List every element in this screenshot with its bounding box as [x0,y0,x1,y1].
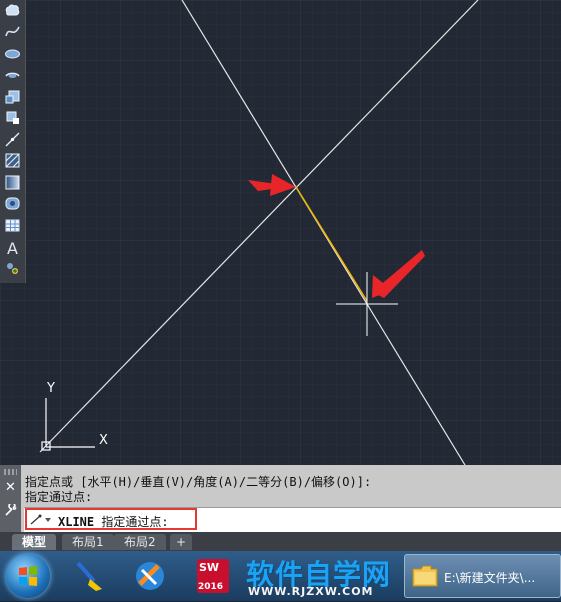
close-icon: ✕ [5,480,16,495]
multiline-text-icon: A [7,239,18,258]
tab-model[interactable]: 模型 [12,534,57,550]
solidworks-icon: SW 2016 [197,559,229,593]
solidworks-badge: 2016 [198,582,224,592]
table-icon [4,217,21,238]
ucs-x-label: X [99,433,108,448]
taskbar-app-inventor[interactable] [130,555,170,597]
taskbar-app-broom[interactable] [70,555,108,597]
make-block-tool-button[interactable] [2,110,23,130]
multiline-text-tool-button[interactable]: A [2,239,23,259]
spline-tool-button[interactable] [2,24,23,44]
command-recent-icon[interactable] [30,514,54,526]
wrench-icon [5,504,17,516]
history-line-1: 指定点或 [水平(H)/垂直(V)/角度(A)/二等分(B)/偏移(O)]: [25,475,372,489]
ellipse-tool-button[interactable] [2,45,23,65]
broom-icon [76,561,102,591]
command-prompt-text: 指定通过点: [101,515,169,529]
ucs-y-label: Y [46,381,55,396]
gradient-tool-button[interactable] [2,174,23,194]
region-tool-button[interactable] [2,196,23,216]
grid-background: Y X [0,0,561,465]
hatch-tool-button[interactable] [2,153,23,173]
windows-logo-icon [19,566,37,586]
gradient-icon [4,174,21,195]
close-command-line-button[interactable]: ✕ [3,480,18,495]
revision-cloud-tool-button[interactable] [2,2,23,22]
hatch-icon [4,152,21,173]
drawing-canvas[interactable]: Y X [0,0,561,465]
folder-icon [412,565,438,587]
add-selected-icon [4,260,21,281]
ellipse-arc-icon [4,66,21,87]
command-prompt: XLINE 指定通过点: [58,513,169,530]
watermark-url: WWW.RJZXW.COM [248,585,374,598]
add-selected-tool-button[interactable] [2,260,23,280]
region-icon [4,195,21,216]
insert-block-icon [4,88,21,109]
point-tool-button[interactable] [2,131,23,151]
grip-handle[interactable] [4,469,17,475]
ellipse-icon [4,45,21,66]
ellipse-arc-tool-button[interactable] [2,67,23,87]
explorer-window-label: E:\新建文件夹\... [444,571,536,585]
tab-layout1[interactable]: 布局1 [62,534,114,550]
command-history: 指定点或 [水平(H)/垂直(V)/角度(A)/二等分(B)/偏移(O)]: 指… [25,475,371,505]
tab-layout2[interactable]: 布局2 [114,534,166,550]
spline-icon [4,23,21,44]
command-name: XLINE [58,515,95,529]
inventor-icon [136,562,164,590]
table-tool-button[interactable] [2,217,23,237]
layout-tabs: 模型 布局1 布局2 + [0,532,561,551]
history-line-2: 指定通过点: [25,490,93,504]
start-button[interactable] [6,554,50,598]
make-block-icon [4,109,21,130]
revision-cloud-icon [4,2,21,23]
draw-toolbar: A [0,0,26,283]
taskbar-app-solidworks[interactable]: SW 2016 [194,555,232,597]
point-icon [4,131,21,152]
customize-button[interactable] [3,503,18,518]
insert-block-tool-button[interactable] [2,88,23,108]
add-layout-button[interactable]: + [170,534,193,550]
command-line-handle: ✕ [0,465,21,532]
